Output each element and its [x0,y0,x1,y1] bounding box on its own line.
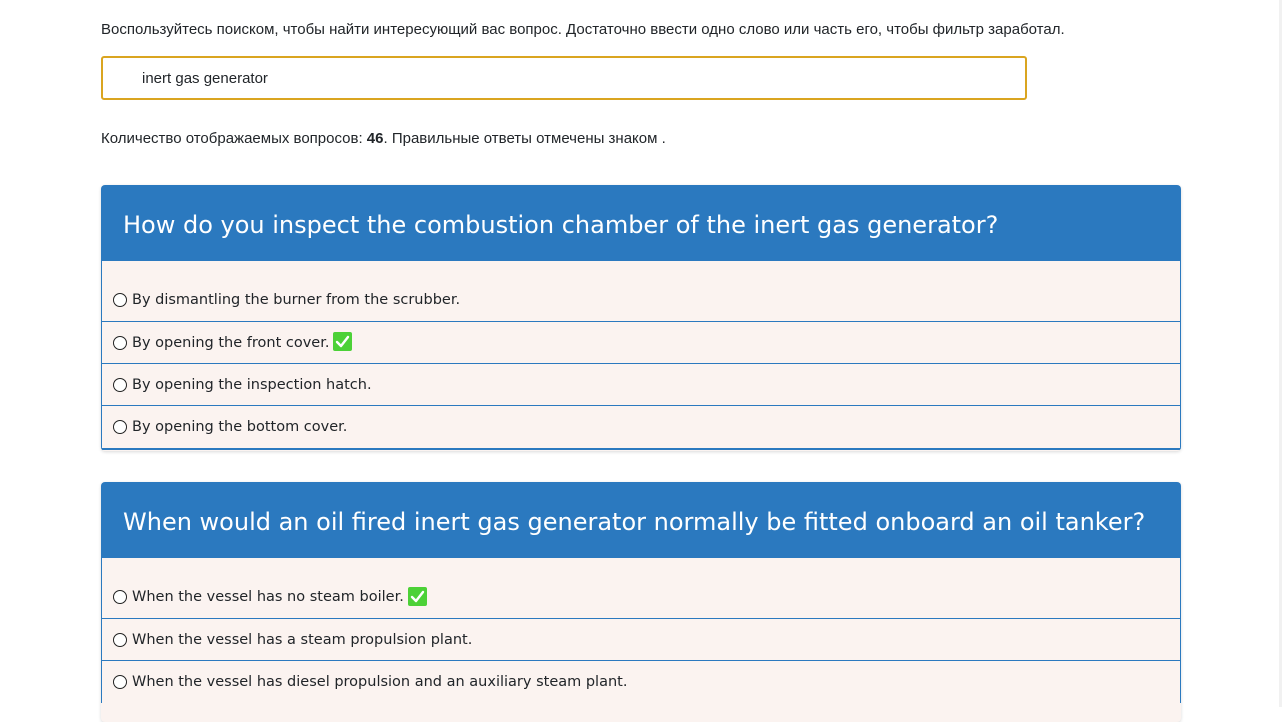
radio-icon[interactable] [113,335,127,350]
answer-list: By dismantling the burner from the scrub… [101,261,1181,450]
question-card: When would an oil fired inert gas genera… [101,482,1181,722]
question-count: 46 [366,130,384,147]
radio-icon[interactable] [113,293,127,307]
radio-icon[interactable] [113,675,127,689]
answer-text: By opening the front cover. [132,334,330,351]
count-suffix: . Правильные ответы отмечены знаком . [383,130,666,147]
answer-option[interactable]: When the vessel has diesel propulsion an… [102,661,1180,703]
answer-option[interactable]: When the vessel has a steam propulsion p… [102,619,1180,661]
count-prefix: Количество отображаемых вопросов: [101,130,367,147]
answer-list: When the vessel has no steam boiler. Whe… [101,558,1181,703]
answer-text: When the vessel has no steam boiler. [132,589,404,605]
answer-option[interactable]: When the vessel has no steam boiler. [102,576,1180,619]
radio-icon[interactable] [113,590,127,604]
radio-icon[interactable] [113,377,127,392]
answer-option[interactable]: By opening the inspection hatch. [102,364,1180,406]
answer-text: By dismantling the burner from the scrub… [132,292,461,308]
correct-check-icon [333,332,353,351]
answer-text: By opening the inspection hatch. [132,376,372,393]
answer-option[interactable]: By opening the front cover. [102,322,1180,364]
search-input[interactable] [142,58,1002,98]
answer-text: By opening the bottom cover. [132,419,348,435]
question-count-line: Количество отображаемых вопросов: 46. Пр… [101,130,666,147]
search-instructions: Воспользуйтесь поиском, чтобы найти инте… [101,21,1065,38]
question-title: When would an oil fired inert gas genera… [101,482,1181,558]
radio-icon[interactable] [113,420,127,434]
radio-icon[interactable] [113,632,127,647]
answer-option[interactable]: By dismantling the burner from the scrub… [102,279,1180,322]
correct-check-icon [407,586,427,606]
question-card: How do you inspect the combustion chambe… [101,185,1181,451]
answer-option[interactable]: By opening the bottom cover. [102,406,1180,448]
question-title: How do you inspect the combustion chambe… [101,185,1181,261]
answer-text: When the vessel has a steam propulsion p… [132,631,473,648]
answer-text: When the vessel has diesel propulsion an… [132,674,628,690]
search-field[interactable] [101,56,1027,100]
